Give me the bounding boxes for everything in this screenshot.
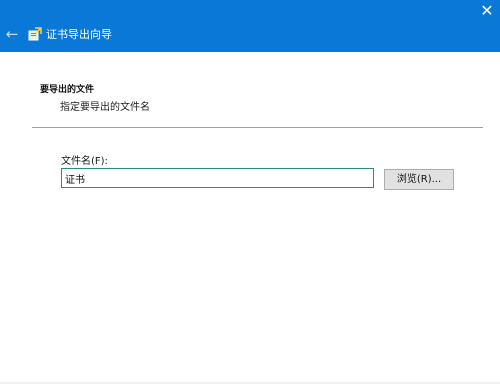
back-arrow-icon: ← xyxy=(5,25,19,43)
page-subtitle: 指定要导出的文件名 xyxy=(60,102,150,113)
page-header: 要导出的文件 指定要导出的文件名 xyxy=(0,52,500,128)
title-bar: ✕ ← 证书导出向导 xyxy=(0,0,500,52)
certificate-export-icon xyxy=(28,27,42,41)
page-title: 要导出的文件 xyxy=(40,85,95,95)
browse-button[interactable]: 浏览(R)... xyxy=(384,169,454,190)
wizard-title: 证书导出向导 xyxy=(46,28,112,41)
certificate-export-wizard-window: ✕ ← 证书导出向导 要导出的文件 指定要导出的文件名 文件名(F): 浏览(R… xyxy=(0,0,500,384)
filename-label: 文件名(F): xyxy=(61,156,108,167)
filename-input[interactable] xyxy=(61,168,374,188)
close-icon: ✕ xyxy=(480,1,494,20)
header-divider xyxy=(32,127,483,128)
close-button[interactable]: ✕ xyxy=(476,0,498,22)
back-button[interactable]: ← xyxy=(2,24,22,44)
